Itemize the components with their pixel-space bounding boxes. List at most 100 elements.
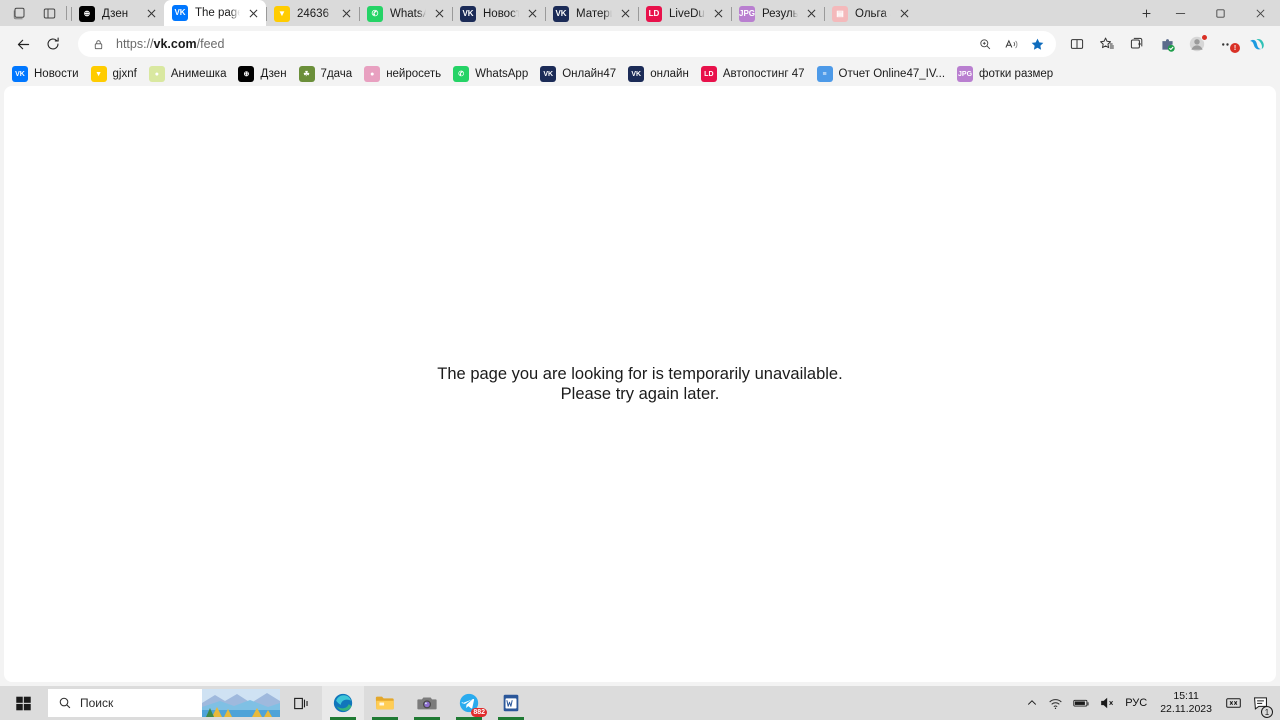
tab-close-button[interactable] (523, 5, 541, 23)
settings-more-icon[interactable]: ! (1212, 30, 1242, 58)
taskbar-app-camera[interactable] (406, 686, 448, 720)
bookmark-4[interactable]: ☘ 7дача (293, 64, 359, 84)
vk-dark-icon: VK (628, 66, 645, 82)
tab-5[interactable]: VK Материалы а (545, 1, 638, 26)
taskbar-app-file-explorer[interactable] (364, 686, 406, 720)
address-bar-url[interactable]: https://vk.com/feed (116, 37, 972, 51)
windows-taskbar: Поиск 882 РУС 15:11 22.11.2023 1 (0, 686, 1280, 720)
clock-date: 22.11.2023 (1160, 703, 1212, 715)
back-arrow-icon[interactable] (8, 30, 38, 58)
tab-close-button[interactable] (895, 5, 913, 23)
bookmark-8[interactable]: VK онлайн (622, 64, 695, 84)
profile-avatar-icon[interactable] (1182, 30, 1212, 58)
tabstrip-divider (66, 6, 67, 20)
tab-8[interactable]: ▤ Ольга Занков (824, 1, 917, 26)
close-button[interactable] (1240, 0, 1280, 26)
vk-dark-icon: VK (540, 66, 557, 82)
site-info-lock-icon[interactable] (88, 34, 108, 54)
tab-title: Материалы а (576, 7, 612, 20)
bookmark-2[interactable]: ● Анимешка (143, 64, 233, 84)
minimize-button[interactable] (1160, 0, 1200, 26)
tab-close-button[interactable] (244, 4, 262, 22)
volume-muted-icon[interactable] (1095, 686, 1120, 720)
bookmark-11[interactable]: JPG фотки размер (951, 64, 1059, 84)
wifi-icon[interactable] (1043, 686, 1068, 720)
maximize-button[interactable] (1200, 0, 1240, 26)
taskbar-app-telegram[interactable]: 882 (448, 686, 490, 720)
tab-1[interactable]: VK The page is te (164, 0, 266, 26)
taskbar-search-placeholder: Поиск (80, 696, 114, 710)
tab-close-button[interactable] (337, 5, 355, 23)
clock[interactable]: 15:11 22.11.2023 (1152, 686, 1220, 720)
tab-2[interactable]: ▼ 24636 · Входя (266, 1, 359, 26)
tab-search-icon[interactable] (4, 0, 34, 26)
error-message-line2: Please try again later. (560, 385, 720, 403)
profile-alert-badge (1201, 34, 1208, 41)
favorites-list-icon[interactable] (1092, 30, 1122, 58)
taskbar-search-box[interactable]: Поиск (48, 689, 280, 717)
split-screen-icon[interactable] (34, 0, 64, 26)
vk-dark-icon: VK (460, 5, 476, 22)
tab-6[interactable]: LD LiveDune | Авт (638, 1, 731, 26)
tab-close-button[interactable] (430, 5, 448, 23)
zoom-magnifier-icon[interactable] (972, 32, 998, 56)
browser-window: ⊕ Дзен VK The page is te ▼ 24636 · Входя ✆ What… (0, 0, 1280, 686)
new-tab-button[interactable] (1132, 0, 1160, 26)
bookmark-9[interactable]: LD Автопостинг 47 (695, 64, 811, 84)
windows-start-icon[interactable] (0, 686, 46, 720)
animeshka-icon: ● (148, 66, 165, 82)
tab-close-button[interactable] (616, 5, 634, 23)
livedune-icon: LD (646, 5, 662, 22)
search-magnifier-icon (58, 696, 72, 710)
notifications-icon[interactable]: 1 (1247, 686, 1274, 720)
window-controls (1160, 0, 1280, 26)
bookmark-7[interactable]: VK Онлайн47 (534, 64, 622, 84)
bookmark-10[interactable]: ≡ Отчет Online47_IV... (811, 64, 952, 84)
address-bar[interactable]: https://vk.com/feed (78, 31, 1056, 57)
task-view-icon[interactable] (280, 686, 322, 720)
bookmark-5[interactable]: ● нейросеть (358, 64, 447, 84)
favorite-star-icon[interactable] (1024, 32, 1050, 56)
network-adapter-icon[interactable] (1220, 686, 1247, 720)
tab-divider (731, 7, 732, 21)
bookmark-0[interactable]: VK Новости (6, 64, 85, 84)
tab-title: Ольга Занков (855, 7, 891, 20)
collections-icon[interactable] (1122, 30, 1152, 58)
copilot-icon[interactable] (1242, 30, 1272, 58)
bookmark-1[interactable]: ▼ gjxnf (85, 64, 143, 84)
show-hidden-icons-chevron[interactable] (1021, 686, 1043, 720)
extensions-puzzle-icon[interactable] (1152, 30, 1182, 58)
notifications-count-badge: 1 (1261, 706, 1273, 718)
bookmark-3[interactable]: ⊕ Дзен (232, 64, 292, 84)
reload-icon[interactable] (38, 30, 68, 58)
telegram-unread-badge: 882 (471, 708, 487, 717)
bookmark-6[interactable]: ✆ WhatsApp (447, 64, 534, 84)
bookmark-label: Онлайн47 (562, 68, 617, 80)
taskbar-app-word[interactable] (490, 686, 532, 720)
tab-close-button[interactable] (142, 5, 160, 23)
split-screen-icon[interactable] (1062, 30, 1092, 58)
page-area: The page you are looking for is temporar… (0, 86, 1280, 686)
tab-title: The page is te (195, 7, 240, 19)
tab-4[interactable]: VK Новости Лени (452, 1, 545, 26)
tab-3[interactable]: ✆ WhatsApp (359, 1, 452, 26)
battery-icon[interactable] (1068, 686, 1095, 720)
read-aloud-icon[interactable] (998, 32, 1024, 56)
yandex-mail-icon: ▼ (274, 5, 290, 22)
whatsapp-icon: ✆ (367, 5, 383, 22)
taskbar-app-edge[interactable] (322, 686, 364, 720)
tab-7[interactable]: JPG Результат обр (731, 1, 824, 26)
7dacha-icon: ☘ (298, 66, 315, 82)
tab-0[interactable]: ⊕ Дзен (71, 1, 164, 26)
jpg-icon: JPG (739, 5, 755, 22)
toolbar-right-actions: ! (1062, 30, 1272, 58)
error-message: The page you are looking for is temporar… (4, 364, 1276, 404)
tab-close-button[interactable] (802, 5, 820, 23)
tab-close-button[interactable] (709, 5, 727, 23)
address-bar-actions (972, 32, 1050, 56)
bookmark-label: Анимешка (170, 68, 227, 80)
yandex-mail-icon: ▼ (90, 66, 107, 82)
page-content: The page you are looking for is temporar… (4, 86, 1276, 682)
input-language-indicator[interactable]: РУС (1120, 686, 1152, 720)
browser-toolbar: https://vk.com/feed ! (0, 26, 1280, 62)
